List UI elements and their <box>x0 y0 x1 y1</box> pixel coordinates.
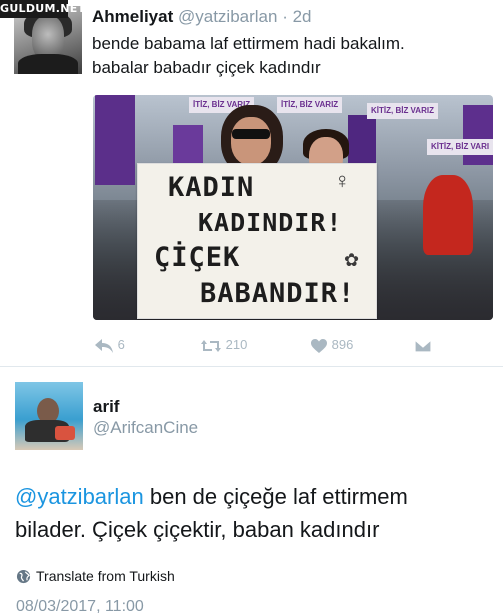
mention-link[interactable]: @yatzibarlan <box>15 484 144 509</box>
dm-button[interactable] <box>414 335 432 355</box>
banner-text: KİTİZ, BİZ VARI <box>427 139 493 155</box>
like-icon <box>311 338 327 353</box>
tweet-timestamp[interactable]: 08/03/2017, 11:00 <box>16 598 144 616</box>
like-button[interactable]: 896 <box>310 335 353 355</box>
tweet-text-line: bilader. Çiçek çiçektir, baban kadındır <box>15 517 380 542</box>
tweet-time[interactable]: 2d <box>293 7 312 26</box>
tweet-actions: 6 210 896 <box>0 335 503 355</box>
reply-icon <box>95 338 113 353</box>
tweet-text-line: babalar babadır çiçek kadındır <box>92 58 321 77</box>
protest-sign: KADIN KADINDIR! ÇİÇEK BABANDIR! ♀ ✿ <box>137 163 377 319</box>
separator: · <box>282 7 288 26</box>
translate-label: Translate from Turkish <box>36 568 175 584</box>
reply-button[interactable]: 6 <box>94 335 125 355</box>
tweet-header: Ahmeliyat @yatzibarlan · 2d <box>92 7 312 27</box>
tweet-text-line: @yatzibarlan ben de çiçeğe laf ettirmem <box>15 480 495 513</box>
retweet-button[interactable]: 210 <box>200 335 247 355</box>
watermark-logo: GULDUM.NET <box>0 0 85 18</box>
tweet-text: @yatzibarlan ben de çiçeğe laf ettirmem … <box>15 480 495 546</box>
display-name[interactable]: Ahmeliyat <box>92 7 173 26</box>
sign-line: KADIN <box>168 172 255 203</box>
female-symbol-icon: ♀ <box>334 168 351 193</box>
tweet-text: bende babama laf ettirmem hadi bakalım. … <box>92 32 497 80</box>
like-count: 896 <box>331 337 354 352</box>
sign-line: BABANDIR! <box>200 278 356 309</box>
tweet-divider <box>0 366 503 367</box>
username[interactable]: @ArifcanCine <box>93 418 198 438</box>
retweet-icon <box>201 339 221 352</box>
reply-count: 6 <box>117 337 125 352</box>
retweet-count: 210 <box>225 337 248 352</box>
globe-icon <box>16 569 31 584</box>
tweet-photo[interactable]: İTİZ, BİZ VARIZ İTİZ, BİZ VARIZ KİTİZ, B… <box>93 95 493 320</box>
username[interactable]: @yatzibarlan <box>178 7 277 26</box>
tweet-text-line: bende babama laf ettirmem hadi bakalım. <box>92 34 405 53</box>
sign-line: ÇİÇEK <box>154 242 241 273</box>
avatar[interactable] <box>15 382 83 450</box>
dm-icon <box>414 338 432 353</box>
translate-link[interactable]: Translate from Turkish <box>16 567 175 585</box>
banner-text: KİTİZ, BİZ VARIZ <box>367 103 438 119</box>
tweet-text-fragment: ben de çiçeğe laf ettirmem <box>143 484 408 509</box>
sign-line: KADINDIR! <box>198 208 343 237</box>
banner-text: İTİZ, BİZ VARIZ <box>277 97 343 113</box>
display-name[interactable]: arif <box>93 397 119 417</box>
flower-doodle-icon: ✿ <box>344 250 360 270</box>
